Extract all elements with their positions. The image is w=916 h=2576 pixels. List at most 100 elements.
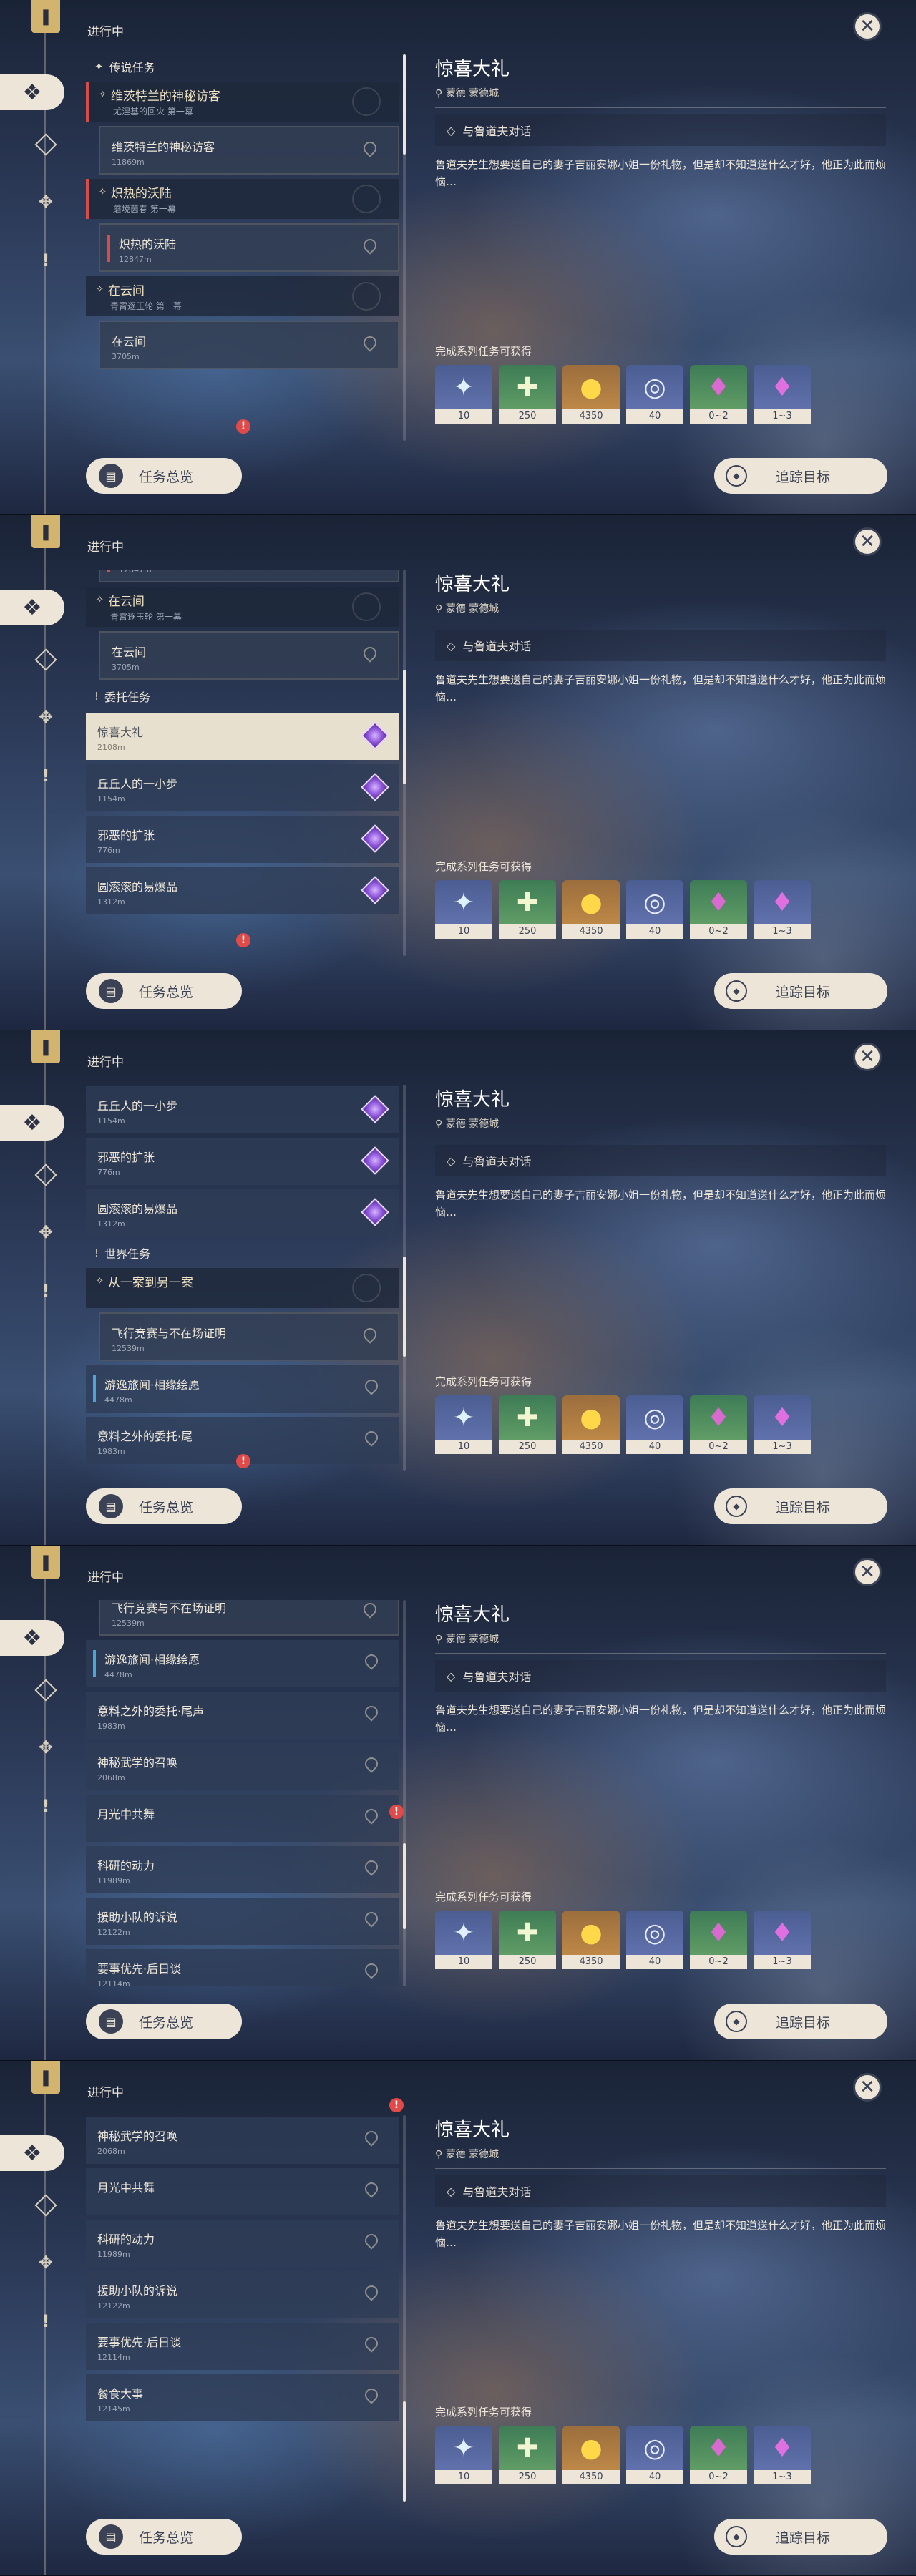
story-quest-tab-icon[interactable]: ✥ — [33, 2250, 59, 2275]
reward-item[interactable]: ✚ 250 — [499, 2426, 556, 2484]
archon-quest-tab-icon[interactable] — [33, 132, 59, 157]
scroll-thumb[interactable] — [403, 54, 406, 155]
quest-book-icon[interactable]: ❚ — [31, 1030, 60, 1063]
scrollbar[interactable] — [403, 1600, 406, 1986]
reward-item[interactable]: ♦ 1~3 — [754, 1395, 811, 1454]
archon-quest-tab-icon[interactable] — [33, 647, 59, 673]
scrollbar[interactable] — [403, 1085, 406, 1471]
reward-item[interactable]: ♦ 1~3 — [754, 365, 811, 424]
quest-item-research[interactable]: 科研的动力 11989m — [86, 2220, 399, 2267]
reward-item[interactable]: ♦ 0~2 — [690, 1395, 747, 1454]
quest-book-icon[interactable]: ❚ — [31, 515, 60, 548]
all-quests-tab-icon[interactable]: ❖ — [0, 1105, 64, 1141]
quest-item-evil[interactable]: 邪恶的扩张 776m — [86, 1138, 399, 1185]
quest-item-flight[interactable]: 飞行竞赛与不在场证明 12539m — [99, 1312, 399, 1361]
quest-item-moon[interactable]: 月光中共舞 — [86, 2168, 399, 2215]
quest-item-aid[interactable]: 援助小队的诉说 12122m — [86, 1898, 399, 1945]
story-quest-tab-icon[interactable]: ✥ — [33, 1735, 59, 1760]
scroll-thumb[interactable] — [403, 1843, 406, 1929]
quest-item-travel[interactable]: 游逸旅闻·相缘绘愿 4478m — [86, 1640, 399, 1687]
quest-item-cloud[interactable]: 在云间 3705m — [99, 321, 399, 369]
reward-item[interactable]: ✦ 10 — [435, 1395, 492, 1454]
all-quests-tab-icon[interactable]: ❖ — [0, 2135, 64, 2171]
quest-book-icon[interactable]: ❚ — [31, 1546, 60, 1579]
reward-item[interactable]: ♦ 0~2 — [690, 1911, 747, 1969]
reward-item[interactable]: ● 4350 — [562, 1911, 620, 1969]
close-button[interactable]: ✕ — [853, 12, 882, 41]
scrollbar[interactable] — [403, 54, 406, 441]
reward-item[interactable]: ✚ 250 — [499, 365, 556, 424]
reward-item[interactable]: ♦ 0~2 — [690, 880, 747, 939]
quest-overview-button[interactable]: ▤ 任务总览 — [86, 2519, 242, 2555]
quest-item-cloud[interactable]: 在云间 3705m — [99, 631, 399, 680]
reward-item[interactable]: ● 4350 — [562, 365, 620, 424]
reward-item[interactable]: ♦ 1~3 — [754, 2426, 811, 2484]
reward-item[interactable]: ◎ 40 — [626, 1911, 683, 1969]
quest-item-research[interactable]: 科研的动力 11989m — [86, 1846, 399, 1893]
story-quest-tab-icon[interactable]: ✥ — [33, 704, 59, 730]
archon-quest-tab-icon[interactable] — [33, 1162, 59, 1188]
reward-item[interactable]: ● 4350 — [562, 1395, 620, 1454]
quest-item-scorching[interactable]: 炽热的沃陆 12847m — [99, 223, 399, 272]
quest-group-scorching[interactable]: ✧ 炽热的沃陆 蘑境茵春 第一幕 — [86, 179, 399, 219]
quest-overview-button[interactable]: ▤ 任务总览 — [86, 458, 242, 494]
track-target-button[interactable]: ◆ 追踪目标 — [714, 2004, 887, 2039]
all-quests-tab-icon[interactable]: ❖ — [0, 590, 64, 625]
quest-item-martial[interactable]: 神秘武学的召唤 2068m — [86, 2117, 399, 2164]
all-quests-tab-icon[interactable]: ❖ — [0, 74, 64, 110]
quest-item-priority[interactable]: 要事优先·后日谈 12114m — [86, 2323, 399, 2370]
reward-item[interactable]: ✦ 10 — [435, 365, 492, 424]
reward-item[interactable]: ● 4350 — [562, 880, 620, 939]
scroll-thumb[interactable] — [403, 2401, 406, 2502]
reward-item[interactable]: ✦ 10 — [435, 2426, 492, 2484]
quest-item-hilichurl[interactable]: 丘丘人的一小步 1154m — [86, 1086, 399, 1133]
quest-item-aid[interactable]: 援助小队的诉说 12122m — [86, 2271, 399, 2318]
reward-item[interactable]: ♦ 0~2 — [690, 365, 747, 424]
quest-group-cloud[interactable]: ✧ 在云间 青霄逐玉轮 第一幕 — [86, 587, 399, 627]
quest-group-case[interactable]: ✧ 从一案到另一案 — [86, 1268, 399, 1308]
quest-item-travel[interactable]: 游逸旅闻·相缘绘愿 4478m — [86, 1365, 399, 1413]
quest-item-boom[interactable]: 圆滚滚的易爆品 1312m — [86, 1189, 399, 1236]
quest-item-hilichurl[interactable]: 丘丘人的一小步 1154m — [86, 764, 399, 811]
close-button[interactable]: ✕ — [853, 527, 882, 556]
scrollbar[interactable] — [403, 570, 406, 956]
track-target-button[interactable]: ◆ 追踪目标 — [714, 1488, 887, 1524]
reward-item[interactable]: ◎ 40 — [626, 880, 683, 939]
reward-item[interactable]: ◎ 40 — [626, 1395, 683, 1454]
quest-group-cloud[interactable]: ✧ 在云间 青霄逐玉轮 第一幕 — [86, 276, 399, 316]
quest-item-vennessa[interactable]: 维茨特兰的神秘访客 11869m — [99, 126, 399, 175]
world-quest-tab-icon[interactable]: ! — [33, 1278, 59, 1304]
track-target-button[interactable]: ◆ 追踪目标 — [714, 973, 887, 1009]
quest-item-feast[interactable]: 餐食大事 12145m — [86, 2374, 399, 2421]
reward-item[interactable]: ♦ 0~2 — [690, 2426, 747, 2484]
track-target-button[interactable]: ◆ 追踪目标 — [714, 2519, 887, 2555]
world-quest-tab-icon[interactable]: ! — [33, 763, 59, 789]
archon-quest-tab-icon[interactable] — [33, 2192, 59, 2218]
quest-item-boom[interactable]: 圆滚滚的易爆品 1312m — [86, 867, 399, 914]
story-quest-tab-icon[interactable]: ✥ — [33, 189, 59, 215]
quest-item-surprise[interactable]: 惊喜大礼 2108m — [86, 713, 399, 760]
scroll-thumb[interactable] — [403, 670, 406, 784]
quest-item-flight[interactable]: 飞行竞赛与不在场证明 12539m — [99, 1600, 399, 1636]
reward-item[interactable]: ♦ 1~3 — [754, 880, 811, 939]
reward-item[interactable]: ✦ 10 — [435, 880, 492, 939]
reward-item[interactable]: ♦ 1~3 — [754, 1911, 811, 1969]
scroll-thumb[interactable] — [403, 1257, 406, 1357]
all-quests-tab-icon[interactable]: ❖ — [0, 1620, 64, 1656]
world-quest-tab-icon[interactable]: ! — [33, 1793, 59, 1819]
story-quest-tab-icon[interactable]: ✥ — [33, 1219, 59, 1245]
world-quest-tab-icon[interactable]: ! — [33, 2308, 59, 2334]
quest-overview-button[interactable]: ▤ 任务总览 — [86, 973, 242, 1009]
quest-item-evil[interactable]: 邪恶的扩张 776m — [86, 816, 399, 863]
quest-item-martial[interactable]: 神秘武学的召唤 2068m — [86, 1743, 399, 1790]
close-button[interactable]: ✕ — [853, 2073, 882, 2102]
track-target-button[interactable]: ◆ 追踪目标 — [714, 458, 887, 494]
quest-item-unexpected[interactable]: 意料之外的委托·尾声 1983m — [86, 1692, 399, 1739]
world-quest-tab-icon[interactable]: ! — [33, 248, 59, 273]
scrollbar[interactable] — [403, 2115, 406, 2502]
reward-item[interactable]: ✚ 250 — [499, 880, 556, 939]
quest-group-vennessa[interactable]: ✧ 维茨特兰的神秘访客 尤涅基的回火 第一幕 — [86, 82, 399, 122]
reward-item[interactable]: ◎ 40 — [626, 2426, 683, 2484]
quest-book-icon[interactable]: ❚ — [31, 0, 60, 33]
close-button[interactable]: ✕ — [853, 1043, 882, 1071]
